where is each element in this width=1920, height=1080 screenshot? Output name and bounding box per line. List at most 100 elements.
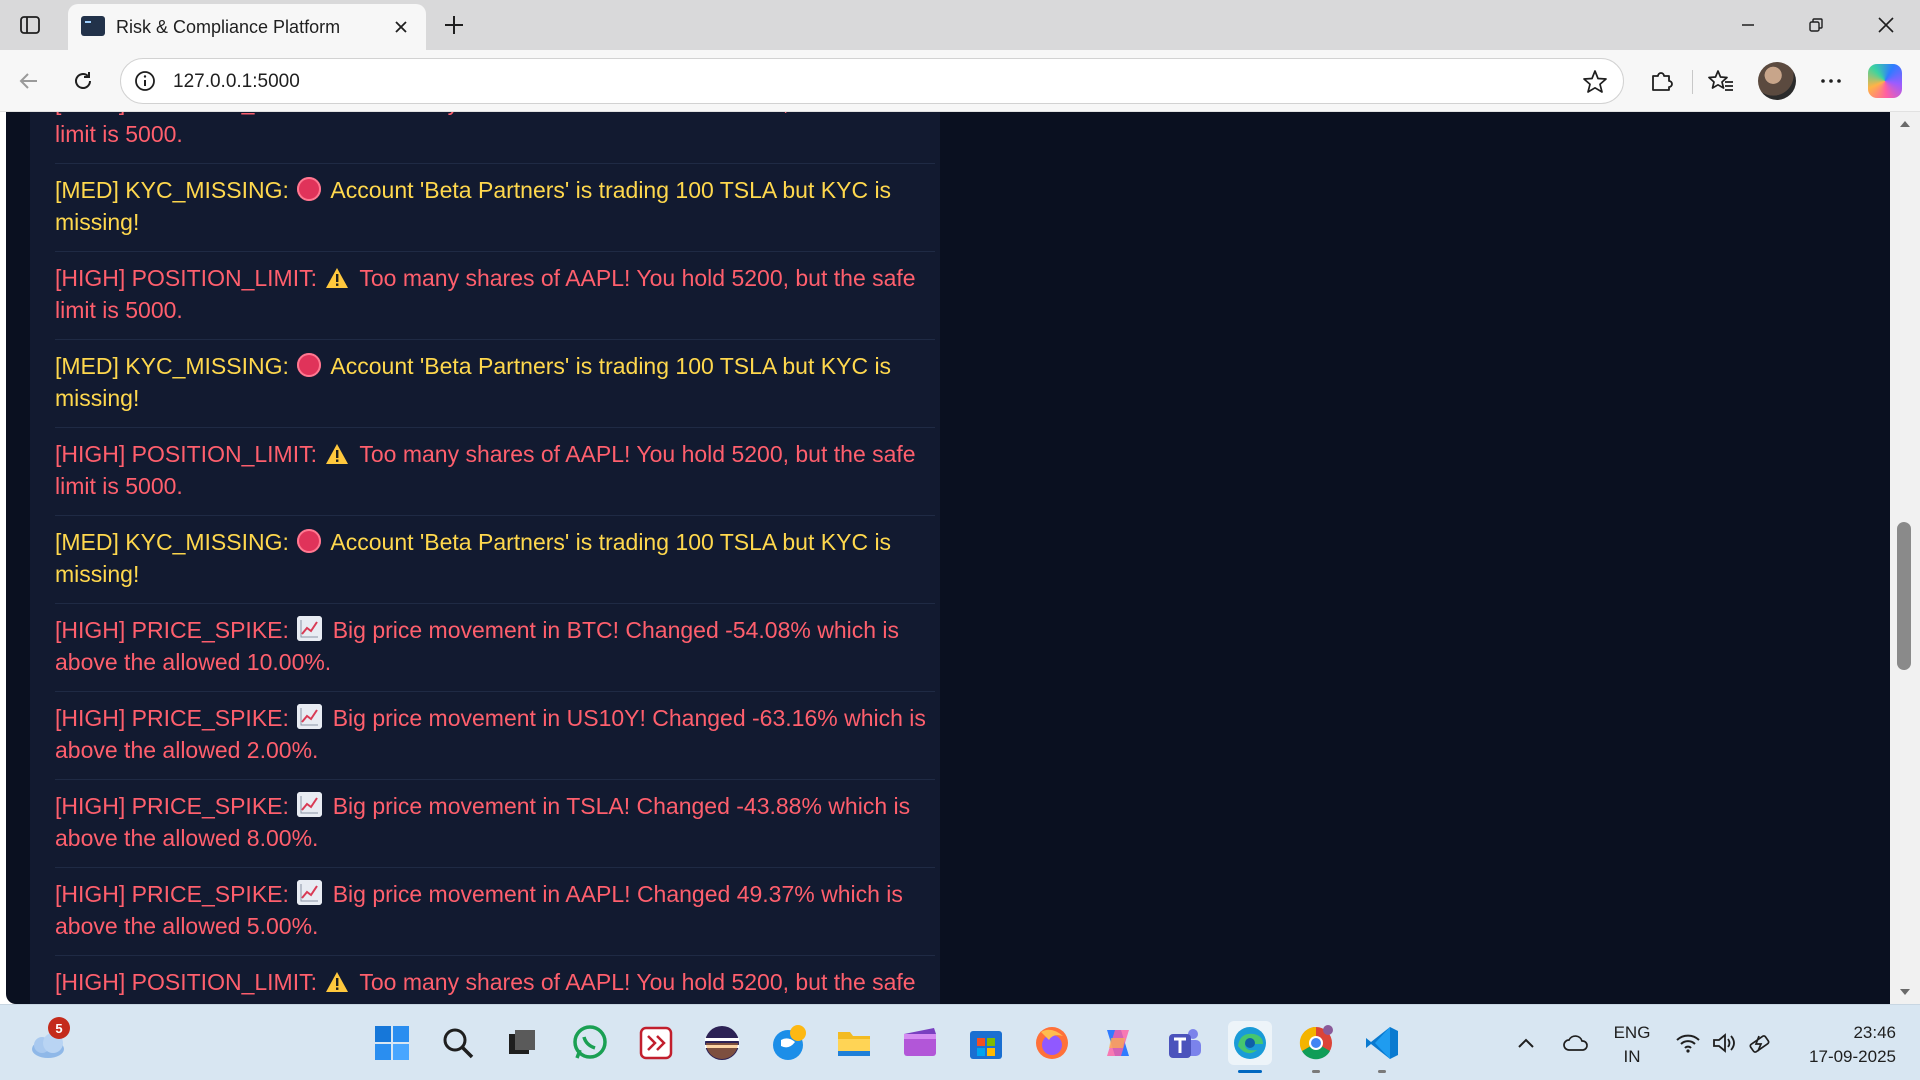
firefox-icon	[1036, 1027, 1068, 1059]
copilot-button[interactable]	[1096, 1021, 1140, 1065]
task-view-icon	[509, 1030, 535, 1054]
tab-close-button[interactable]	[386, 12, 416, 42]
scroll-down-arrow-icon[interactable]	[1899, 986, 1911, 998]
new-tab-button[interactable]	[435, 6, 473, 44]
chart-increasing-icon	[297, 704, 323, 729]
browser-tab-strip: Risk & Compliance Platform	[0, 0, 1920, 50]
red-circle-icon	[297, 177, 322, 201]
file-explorer-icon	[838, 1032, 870, 1056]
running-app-indicator	[1378, 1070, 1386, 1073]
warning-icon	[326, 972, 349, 992]
clock-date[interactable]: 17-09-2025	[1780, 1047, 1910, 1067]
vscode-icon	[1366, 1027, 1398, 1059]
minimize-icon	[1742, 24, 1754, 26]
alert-item: [HIGH] POSITION_LIMIT: Too many shares o…	[55, 252, 935, 340]
chrome-icon	[1299, 1025, 1333, 1060]
plus-icon	[445, 16, 463, 34]
scrollbar-thumb[interactable]	[1897, 522, 1911, 670]
language-indicator[interactable]: ENG	[1612, 1023, 1652, 1043]
firefox-button[interactable]	[1030, 1021, 1074, 1065]
eclipse-icon	[705, 1026, 739, 1060]
favorites-button[interactable]	[1702, 62, 1740, 100]
alert-tag: [HIGH] POSITION_LIMIT:	[55, 969, 317, 995]
app-icon	[773, 1025, 806, 1060]
teams-button[interactable]	[1162, 1021, 1206, 1065]
vscode-button[interactable]	[1360, 1021, 1404, 1073]
alert-tag: [HIGH] POSITION_LIMIT:	[55, 441, 317, 467]
tab-actions-button[interactable]	[0, 0, 60, 50]
alert-tag: [HIGH] POSITION_LIMIT:	[55, 265, 317, 291]
teams-icon	[1169, 1029, 1201, 1058]
running-app-indicator	[1312, 1070, 1320, 1073]
scroll-up-arrow-icon[interactable]	[1899, 118, 1911, 130]
alert-item: [HIGH] POSITION_LIMIT: Too many shares o…	[55, 112, 935, 164]
alert-item: [HIGH] PRICE_SPIKE: Big price movement i…	[55, 868, 935, 956]
info-icon[interactable]	[133, 69, 157, 93]
ellipsis-icon	[1821, 79, 1841, 83]
app-button[interactable]	[898, 1021, 942, 1065]
page-scrollbar[interactable]	[1890, 112, 1920, 1004]
web-page: [HIGH] POSITION_LIMIT: Too many shares o…	[0, 112, 1920, 1004]
start-button[interactable]	[370, 1021, 414, 1065]
task-view-button[interactable]	[500, 1021, 544, 1065]
red-circle-icon	[297, 353, 322, 377]
alert-tag: [HIGH] PRICE_SPIKE:	[55, 705, 289, 731]
profile-avatar[interactable]	[1758, 62, 1796, 100]
restore-icon	[1809, 18, 1823, 32]
close-icon	[395, 21, 407, 33]
tab-risk-compliance[interactable]: Risk & Compliance Platform	[68, 4, 426, 50]
edge-button[interactable]	[1228, 1021, 1272, 1073]
back-button[interactable]	[10, 62, 48, 100]
whatsapp-icon	[573, 1025, 607, 1059]
notification-badge: 5	[48, 1017, 70, 1039]
alert-item: [HIGH] PRICE_SPIKE: Big price movement i…	[55, 604, 935, 692]
alert-tag: [HIGH] PRICE_SPIKE:	[55, 793, 289, 819]
alert-item: [MED] KYC_MISSING: Account 'Beta Partner…	[55, 516, 935, 604]
app-background: [HIGH] POSITION_LIMIT: Too many shares o…	[6, 112, 1890, 1004]
close-icon	[1878, 17, 1894, 33]
refresh-button[interactable]	[64, 62, 102, 100]
app-button[interactable]	[768, 1021, 812, 1065]
alert-item: [MED] KYC_MISSING: Account 'Beta Partner…	[55, 340, 935, 428]
alert-tag: [MED] KYC_MISSING:	[55, 529, 289, 555]
microsoft-store-button[interactable]	[964, 1021, 1008, 1065]
onedrive-button[interactable]	[1554, 1021, 1598, 1065]
warning-icon	[326, 268, 349, 288]
more-options-button[interactable]	[1812, 62, 1850, 100]
red-circle-icon	[297, 529, 322, 553]
alert-tag: [HIGH] POSITION_LIMIT:	[55, 112, 317, 115]
alerts-panel: [HIGH] POSITION_LIMIT: Too many shares o…	[30, 112, 940, 1004]
eclipse-button[interactable]	[700, 1021, 744, 1065]
whatsapp-button[interactable]	[568, 1021, 612, 1065]
language-region[interactable]: IN	[1612, 1047, 1652, 1067]
battery-button[interactable]	[1738, 1021, 1782, 1065]
restore-button[interactable]	[1782, 0, 1850, 50]
cloud-icon	[1563, 1035, 1588, 1051]
extensions-button[interactable]	[1642, 62, 1680, 100]
favorite-star-icon[interactable]	[1581, 68, 1609, 96]
copilot-icon	[1107, 1030, 1129, 1056]
favorites-list-icon	[1708, 70, 1733, 91]
clock-time[interactable]: 23:46	[1780, 1023, 1910, 1043]
alert-tag: [MED] KYC_MISSING:	[55, 177, 289, 203]
alert-message: Too many shares of AAPL! You hold 5200, …	[55, 112, 916, 147]
tab-actions-icon	[20, 16, 40, 34]
app-button[interactable]	[634, 1021, 678, 1065]
alert-tag: [HIGH] PRICE_SPIKE:	[55, 617, 289, 643]
copilot-icon[interactable]	[1868, 64, 1902, 98]
warning-icon	[325, 112, 349, 113]
toolbar-divider	[1692, 70, 1693, 94]
url-text[interactable]: 127.0.0.1:5000	[173, 71, 300, 93]
windows-taskbar: 5 ENG IN 23:46 17-09-2025	[0, 1004, 1920, 1080]
file-explorer-button[interactable]	[832, 1021, 876, 1065]
close-window-button[interactable]	[1852, 0, 1920, 50]
speaker-icon	[1713, 1033, 1735, 1053]
address-bar[interactable]: 127.0.0.1:5000	[120, 58, 1624, 104]
minimize-button[interactable]	[1714, 0, 1782, 50]
show-hidden-icons-button[interactable]	[1504, 1021, 1548, 1065]
chrome-button[interactable]	[1294, 1021, 1338, 1073]
search-button[interactable]	[436, 1021, 480, 1065]
active-app-indicator	[1238, 1070, 1262, 1073]
wifi-icon	[1676, 1034, 1700, 1053]
chart-increasing-icon	[297, 880, 323, 905]
